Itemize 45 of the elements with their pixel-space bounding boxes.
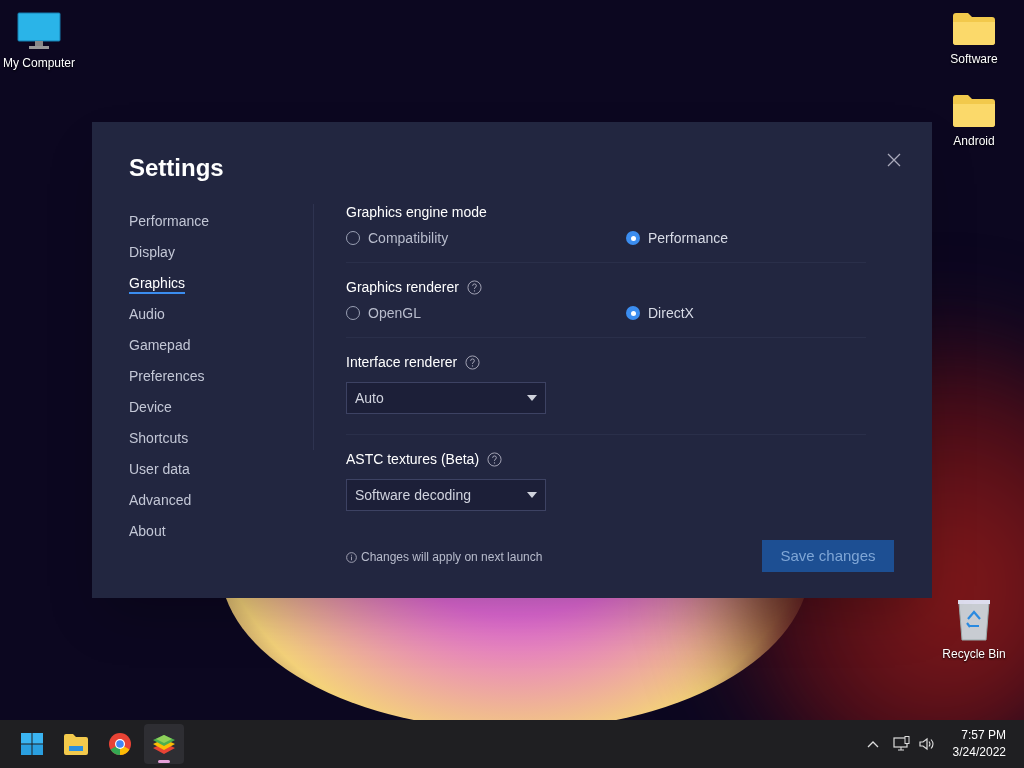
radio-label[interactable]: DirectX: [648, 302, 694, 324]
radio-label[interactable]: OpenGL: [368, 302, 421, 324]
speaker-icon[interactable]: [918, 736, 936, 752]
nav-item[interactable]: About: [129, 516, 166, 547]
clock-time[interactable]: 7:57 PM: [961, 727, 1006, 744]
nav-item[interactable]: Gamepad: [129, 330, 191, 361]
chevron-up-icon[interactable]: [867, 740, 879, 748]
nav-item[interactable]: Preferences: [129, 361, 205, 392]
monitor-icon[interactable]: [17, 12, 61, 50]
launch-note: Changes will apply on next launch: [361, 549, 543, 566]
icon-label[interactable]: Android: [953, 132, 995, 150]
nav-item[interactable]: User data: [129, 454, 190, 485]
stacked-layers-icon[interactable]: [144, 724, 184, 764]
window-title: Settings: [129, 153, 224, 183]
dropdown[interactable]: Auto: [346, 382, 546, 414]
section-label: Graphics renderer: [346, 277, 459, 297]
nav-item[interactable]: Audio: [129, 299, 165, 330]
nav-item[interactable]: Device: [129, 392, 172, 423]
help-icon[interactable]: [466, 279, 482, 295]
folder-icon[interactable]: [952, 12, 996, 46]
info-icon: [346, 551, 357, 563]
radio-button[interactable]: [626, 231, 640, 245]
help-icon[interactable]: [487, 451, 503, 467]
section-label: Interface renderer: [346, 352, 458, 372]
radio-label[interactable]: Compatibility: [368, 227, 449, 249]
section-label: Graphics engine mode: [346, 202, 487, 222]
nav-item[interactable]: Advanced: [129, 485, 192, 516]
close-icon[interactable]: [886, 152, 902, 168]
nav-item[interactable]: Performance: [129, 206, 210, 237]
radio-label[interactable]: Performance: [648, 227, 729, 249]
folder-icon[interactable]: [952, 94, 996, 128]
icon-label[interactable]: Software: [950, 50, 998, 68]
nav-item[interactable]: Graphics: [129, 268, 186, 299]
help-icon[interactable]: [465, 354, 481, 370]
clock-date[interactable]: 3/24/2022: [952, 744, 1006, 761]
section-label: ASTC textures (Beta): [346, 449, 480, 469]
dropdown[interactable]: Software decoding: [346, 479, 546, 511]
icon-label[interactable]: Recycle Bin: [942, 645, 1006, 663]
caret-icon: [527, 492, 537, 498]
recycle-bin-icon[interactable]: [956, 599, 992, 641]
radio-button[interactable]: [626, 306, 640, 320]
network-icon[interactable]: [893, 736, 911, 752]
icon-label[interactable]: My Computer: [3, 54, 75, 72]
nav-item[interactable]: Display: [129, 237, 175, 268]
nav-item[interactable]: Shortcuts: [129, 423, 189, 454]
